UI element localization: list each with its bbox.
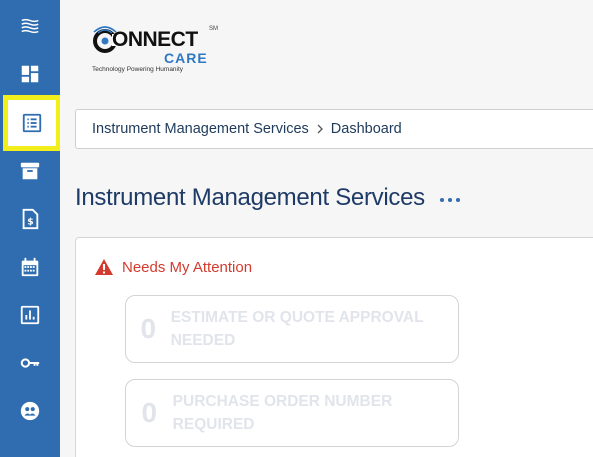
attention-header: Needs My Attention (94, 258, 252, 276)
key-icon[interactable] (0, 339, 60, 387)
connect-care-logo[interactable]: ONNECT CARE SM Technology Powering Human… (84, 14, 218, 76)
warning-icon (95, 259, 113, 275)
purchase-order-card[interactable]: 0 Purchase Order Number Required (125, 379, 459, 447)
breadcrumb-item-dashboard: Dashboard (330, 121, 402, 137)
list-icon[interactable] (3, 95, 61, 151)
chevron-right-icon (316, 124, 324, 134)
logo-tagline: Technology Powering Humanity (92, 66, 184, 73)
attention-heading: Needs My Attention (122, 258, 253, 276)
user-circle-icon[interactable] (0, 387, 60, 435)
reports-icon[interactable] (0, 291, 60, 339)
card-count: 0 (140, 313, 157, 344)
invoice-icon[interactable]: $ (0, 195, 60, 243)
breadcrumb-item-instrument-management[interactable]: Instrument Management Services (92, 121, 309, 137)
logo-word-care: CARE (164, 50, 208, 66)
menu-icon[interactable] (0, 2, 60, 50)
card-label: Purchase Order Number Required (172, 393, 393, 433)
attention-panel: Needs My Attention 0 Estimate or Quote A… (75, 237, 593, 457)
archive-icon[interactable] (0, 147, 60, 195)
page-title: Instrument Management Services (75, 184, 425, 211)
breadcrumb: Instrument Management Services Dashboard (75, 109, 593, 149)
svg-text:$: $ (27, 217, 33, 228)
card-count: 0 (141, 397, 158, 428)
logo-word-connect: ONNECT (112, 28, 198, 51)
dashboard-icon[interactable] (0, 50, 60, 98)
card-label: Estimate or Quote Approval Needed (170, 309, 424, 349)
sidebar-nav: $ (0, 0, 61, 457)
more-options-icon[interactable] (440, 192, 460, 208)
logo-service-mark: SM (209, 26, 218, 32)
main-content: ONNECT CARE SM Technology Powering Human… (60, 0, 593, 457)
calendar-icon[interactable] (0, 243, 60, 291)
estimate-approval-card[interactable]: 0 Estimate or Quote Approval Needed (125, 295, 459, 363)
